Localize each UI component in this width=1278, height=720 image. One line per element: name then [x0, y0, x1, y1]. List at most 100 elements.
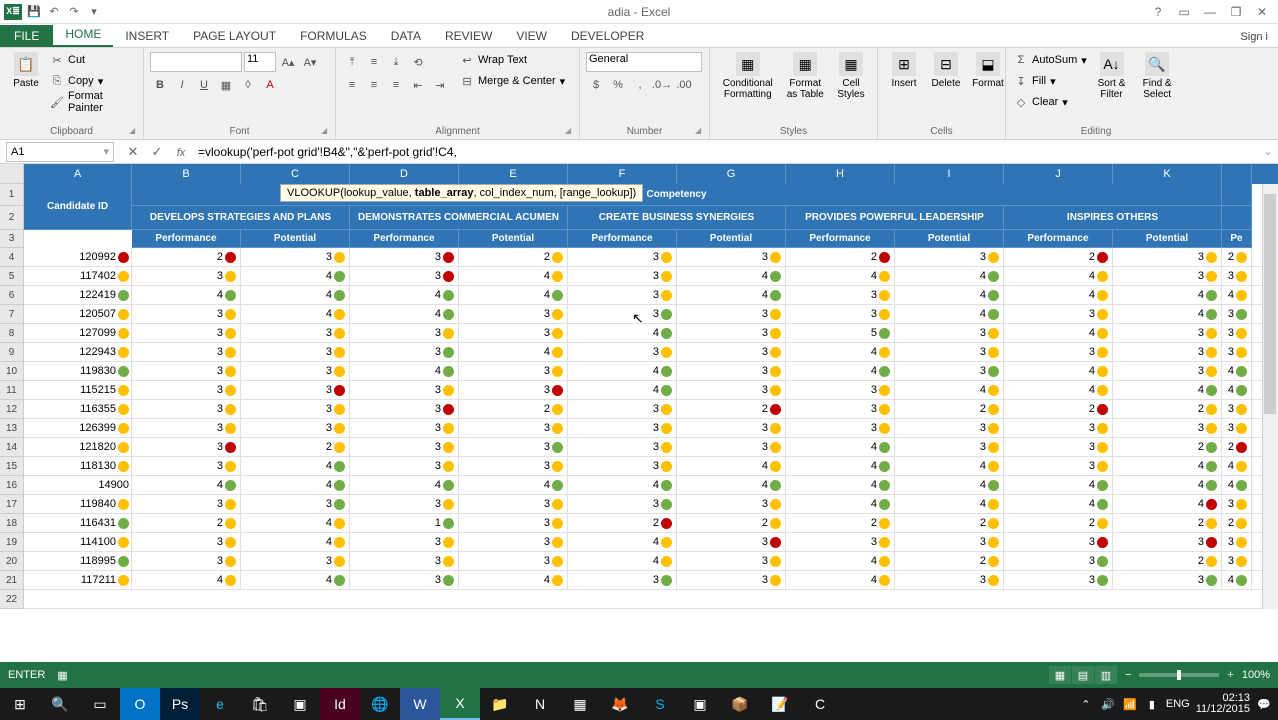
data-cell[interactable]: 3: [241, 400, 350, 418]
notifications-icon[interactable]: 💬: [1256, 696, 1272, 712]
candidate-id-cell[interactable]: 120992: [24, 248, 132, 266]
data-cell[interactable]: 3: [459, 457, 568, 475]
column-header[interactable]: H: [786, 164, 895, 184]
format-painter-button[interactable]: 🖌Format Painter: [48, 92, 137, 112]
data-cell[interactable]: 3: [241, 552, 350, 570]
clipboard-dialog-icon[interactable]: ◢: [129, 126, 139, 136]
dropbox-icon[interactable]: 📦: [720, 688, 760, 720]
data-cell[interactable]: 3: [895, 419, 1004, 437]
data-cell[interactable]: 3: [677, 571, 786, 589]
data-cell[interactable]: 4: [1004, 286, 1113, 304]
increase-decimal-icon[interactable]: .0→: [652, 75, 672, 95]
data-cell[interactable]: 3: [459, 552, 568, 570]
candidate-id-cell[interactable]: 116431: [24, 514, 132, 532]
data-cell[interactable]: 3: [350, 571, 459, 589]
data-cell[interactable]: 3: [1113, 324, 1222, 342]
data-cell[interactable]: 4: [568, 533, 677, 551]
data-cell[interactable]: 4: [241, 514, 350, 532]
data-cell[interactable]: 3: [677, 495, 786, 513]
page-layout-button[interactable]: ▤: [1072, 666, 1094, 684]
data-cell[interactable]: 3: [132, 343, 241, 361]
data-cell[interactable]: 4: [1113, 381, 1222, 399]
fx-button[interactable]: fx: [172, 144, 190, 160]
system-clock[interactable]: 02:1311/12/2015: [1196, 693, 1250, 715]
orientation-icon[interactable]: ⟲: [408, 52, 428, 72]
qat-customize-icon[interactable]: ▾: [86, 4, 102, 20]
candidate-id-cell[interactable]: 116355: [24, 400, 132, 418]
data-cell[interactable]: 3: [786, 533, 895, 551]
table-row[interactable]: 12050734433334343: [24, 305, 1278, 324]
developer-tab[interactable]: DEVELOPER: [559, 25, 656, 47]
data-cell[interactable]: 5: [786, 324, 895, 342]
data-cell[interactable]: 4: [1004, 362, 1113, 380]
data-cell[interactable]: 4: [1222, 381, 1252, 399]
column-header[interactable]: A: [24, 164, 132, 184]
data-cell[interactable]: 3: [132, 438, 241, 456]
data-cell[interactable]: 2: [786, 514, 895, 532]
signin-link[interactable]: Sign i: [1230, 27, 1278, 47]
data-cell[interactable]: 2: [1113, 438, 1222, 456]
font-size-select[interactable]: 11: [244, 52, 276, 72]
table-row[interactable]: 11721144343343334: [24, 571, 1278, 590]
data-cell[interactable]: 3: [1004, 419, 1113, 437]
data-cell[interactable]: 3: [677, 343, 786, 361]
data-cell[interactable]: 2: [459, 248, 568, 266]
data-cell[interactable]: 4: [1004, 324, 1113, 342]
candidate-id-cell[interactable]: 127099: [24, 324, 132, 342]
data-cell[interactable]: 3: [677, 362, 786, 380]
indesign-icon[interactable]: Id: [320, 688, 360, 720]
row-header[interactable]: 18: [0, 514, 24, 533]
data-cell[interactable]: 4: [350, 286, 459, 304]
tray-expand-icon[interactable]: ⌃: [1078, 696, 1094, 712]
app3-icon[interactable]: C: [800, 688, 840, 720]
wifi-icon[interactable]: 📶: [1122, 696, 1138, 712]
insert-cells-button[interactable]: ⊞Insert: [884, 50, 924, 91]
data-cell[interactable]: 3: [132, 457, 241, 475]
data-cell[interactable]: 3: [1113, 362, 1222, 380]
data-cell[interactable]: 3: [459, 324, 568, 342]
grow-font-icon[interactable]: A▴: [278, 52, 298, 72]
data-cell[interactable]: 3: [895, 343, 1004, 361]
data-cell[interactable]: 3: [132, 419, 241, 437]
table-row[interactable]: 12182032333343322: [24, 438, 1278, 457]
app-icon[interactable]: ▣: [280, 688, 320, 720]
column-header[interactable]: C: [241, 164, 350, 184]
data-cell[interactable]: 3: [568, 343, 677, 361]
data-cell[interactable]: 3: [1004, 438, 1113, 456]
data-cell[interactable]: 3: [459, 495, 568, 513]
align-center-icon[interactable]: ≡: [364, 75, 384, 95]
row-header[interactable]: 17: [0, 495, 24, 514]
data-cell[interactable]: 3: [350, 248, 459, 266]
data-cell[interactable]: 4: [241, 476, 350, 494]
format-as-table-button[interactable]: ▦Format as Table: [782, 50, 829, 102]
row-header[interactable]: 5: [0, 267, 24, 286]
onenote-icon[interactable]: N: [520, 688, 560, 720]
insert-tab[interactable]: INSERT: [113, 25, 181, 47]
candidate-id-cell[interactable]: 119840: [24, 495, 132, 513]
shrink-font-icon[interactable]: A▾: [300, 52, 320, 72]
vscroll-thumb[interactable]: [1264, 194, 1276, 414]
zoom-out-button[interactable]: −: [1125, 669, 1131, 681]
data-cell[interactable]: 4: [1004, 267, 1113, 285]
data-cell[interactable]: 4: [1113, 495, 1222, 513]
data-cell[interactable]: 4: [568, 552, 677, 570]
align-left-icon[interactable]: ≡: [342, 75, 362, 95]
cell-styles-button[interactable]: ▦Cell Styles: [831, 50, 871, 102]
data-cell[interactable]: 4: [459, 343, 568, 361]
data-cell[interactable]: 3: [1113, 533, 1222, 551]
data-cell[interactable]: 2: [1004, 248, 1113, 266]
firefox-icon[interactable]: 🦊: [600, 688, 640, 720]
undo-button[interactable]: ↶: [46, 4, 62, 20]
column-header[interactable]: G: [677, 164, 786, 184]
data-cell[interactable]: 2: [132, 514, 241, 532]
data-cell[interactable]: 3: [1113, 248, 1222, 266]
row-header[interactable]: 11: [0, 381, 24, 400]
data-cell[interactable]: 4: [895, 495, 1004, 513]
data-cell[interactable]: 3: [1222, 324, 1252, 342]
data-cell[interactable]: 4: [895, 267, 1004, 285]
data-cell[interactable]: 2: [241, 438, 350, 456]
underline-button[interactable]: U: [194, 75, 214, 95]
table-row[interactable]: 12294333343343333: [24, 343, 1278, 362]
data-cell[interactable]: 2: [677, 400, 786, 418]
data-cell[interactable]: 4: [568, 362, 677, 380]
